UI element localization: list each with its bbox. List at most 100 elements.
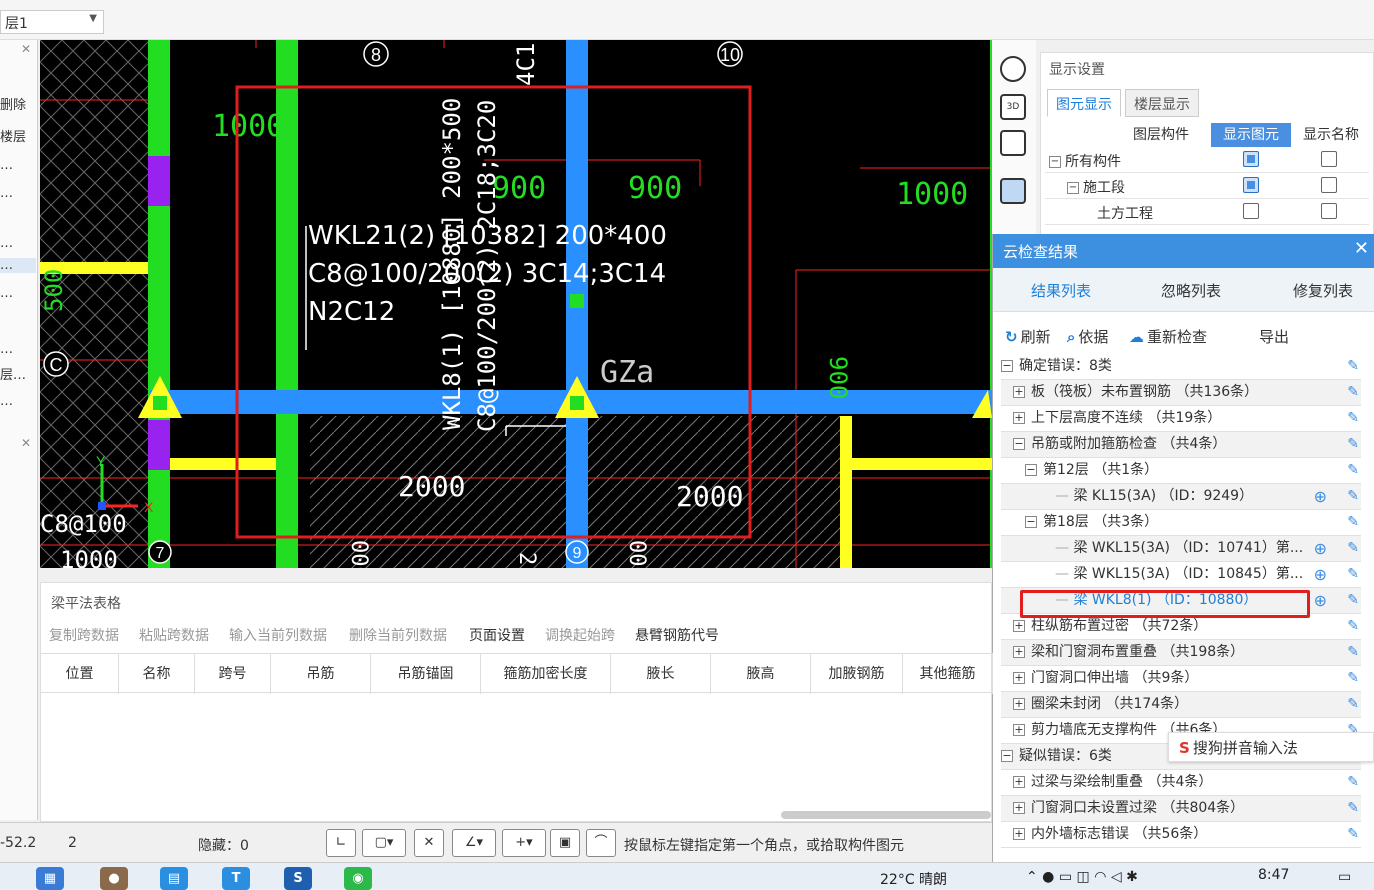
column-header[interactable]: 加腋钢筋 [811, 654, 903, 694]
tab-repair-list[interactable]: 修复列表 [1293, 280, 1353, 301]
expand-icon[interactable]: + [1013, 412, 1025, 424]
tab-floor-display[interactable]: 楼层显示 [1125, 89, 1199, 117]
result-category[interactable]: + 上下层高度不连续 （共19条） ✎ [1001, 406, 1361, 432]
column-header[interactable]: 箍筋加密长度 [481, 654, 611, 694]
cube-view-icon[interactable] [1000, 130, 1026, 156]
left-panel-item[interactable]: … [0, 258, 36, 273]
expand-icon[interactable]: + [1013, 724, 1025, 736]
app-icon[interactable]: S [284, 867, 312, 890]
ortho-icon[interactable]: ∟ [326, 829, 356, 857]
app-icon[interactable]: ▦ [36, 867, 64, 890]
left-panel-item[interactable]: … [0, 236, 36, 251]
left-panel-item[interactable]: … [0, 286, 36, 301]
copy-span-button[interactable]: 复制跨数据 [49, 625, 119, 645]
show-name-checkbox[interactable] [1321, 177, 1337, 193]
column-header[interactable]: 腋长 [611, 654, 711, 694]
collapse-icon[interactable]: − [1049, 156, 1061, 168]
left-panel-item[interactable]: 楼层 [0, 126, 36, 145]
edit-icon[interactable]: ✎ [1347, 770, 1359, 795]
collapse-icon[interactable]: − [1025, 464, 1037, 476]
column-header[interactable]: 跨号 [195, 654, 271, 694]
expand-icon[interactable]: + [1013, 672, 1025, 684]
notification-icon[interactable]: ▭ [1338, 869, 1351, 885]
result-category[interactable]: − 第18层 （共3条） ✎ [1001, 510, 1361, 536]
collapse-icon[interactable]: − [1067, 182, 1079, 194]
locate-icon[interactable]: ⊕ [1314, 484, 1327, 509]
weather-readout[interactable]: 22°C 晴朗 [880, 869, 947, 889]
expand-icon[interactable]: + [1013, 646, 1025, 658]
basis-button[interactable]: ⌕ 依据 [1067, 326, 1108, 347]
result-category[interactable]: + 板（筏板）未布置钢筋 （共136条） ✎ [1001, 380, 1361, 406]
edit-icon[interactable]: ✎ [1347, 380, 1359, 405]
edit-icon[interactable]: ✎ [1347, 510, 1359, 535]
left-panel-item[interactable]: … [0, 186, 36, 201]
locate-icon[interactable]: ⊕ [1314, 562, 1327, 587]
expand-icon[interactable]: + [1013, 828, 1025, 840]
angle-icon[interactable]: ∠▾ [452, 829, 496, 857]
wechat-icon[interactable]: ◉ [344, 867, 372, 890]
edit-icon[interactable]: ✎ [1347, 822, 1359, 847]
refresh-button[interactable]: ↻ 刷新 [1005, 326, 1051, 347]
edit-icon[interactable]: ✎ [1347, 666, 1359, 691]
result-category[interactable]: − 确定错误：8类 ✎ [1001, 354, 1361, 380]
left-panel-item[interactable]: 删除 [0, 94, 36, 113]
expand-icon[interactable]: + [1013, 802, 1025, 814]
column-header[interactable]: 位置 [41, 654, 119, 694]
show-name-checkbox[interactable] [1321, 151, 1337, 167]
collapse-icon[interactable]: − [1001, 360, 1013, 372]
left-panel-item[interactable]: 层… [0, 364, 36, 383]
collapse-icon[interactable]: − [1001, 750, 1013, 762]
edit-icon[interactable]: ✎ [1347, 692, 1359, 717]
expand-icon[interactable]: + [1013, 698, 1025, 710]
display-icon[interactable]: ▣ [550, 829, 580, 857]
edit-icon[interactable]: ✎ [1347, 614, 1359, 639]
expand-icon[interactable]: + [1013, 620, 1025, 632]
edit-icon[interactable]: ✎ [1347, 562, 1359, 587]
show-element-checkbox[interactable] [1243, 203, 1259, 219]
swap-start-span-button[interactable]: 调换起始跨 [545, 625, 615, 645]
result-category[interactable]: + 梁和门窗洞布置重叠 （共198条） ✎ [1001, 640, 1361, 666]
tray-icons[interactable]: ⌃ ● ▭ ◫ ◠ ◁ ✱ [1026, 869, 1138, 885]
column-header[interactable]: 名称 [119, 654, 195, 694]
app-icon[interactable]: ● [100, 867, 128, 890]
select-box-icon[interactable]: ▢▾ [362, 829, 406, 857]
result-category[interactable]: + 圈梁未封闭 （共174条） ✎ [1001, 692, 1361, 718]
cad-drawing-canvas[interactable]: 8 10 C 7 9 1000 900 900 1000 500 900 200… [40, 40, 992, 568]
arc-icon[interactable]: ⌒ [586, 829, 616, 857]
close-icon[interactable]: ✕ [1354, 238, 1369, 259]
edit-icon[interactable]: ✎ [1347, 536, 1359, 561]
show-name-checkbox[interactable] [1321, 203, 1337, 219]
tab-element-display[interactable]: 图元显示 [1047, 89, 1121, 117]
result-category[interactable]: − 第12层 （共1条） ✎ [1001, 458, 1361, 484]
tab-ignore-list[interactable]: 忽略列表 [1161, 280, 1221, 301]
result-category[interactable]: − 吊筋或附加箍筋检查 （共4条） ✎ [1001, 432, 1361, 458]
edit-icon[interactable]: ✎ [1347, 432, 1359, 457]
paste-span-button[interactable]: 粘贴跨数据 [139, 625, 209, 645]
result-category[interactable]: + 内外墙标志错误 （共56条） ✎ [1001, 822, 1361, 848]
column-header[interactable]: 腋高 [711, 654, 811, 694]
show-element-checkbox[interactable] [1243, 151, 1259, 167]
clock[interactable]: 8:47 [1258, 867, 1289, 883]
show-element-checkbox[interactable] [1243, 177, 1259, 193]
app-icon[interactable]: ▤ [160, 867, 188, 890]
close-icon[interactable]: ✕ [21, 436, 31, 450]
app-icon[interactable]: T [222, 867, 250, 890]
collapse-icon[interactable]: − [1013, 438, 1025, 450]
rotate-view-icon[interactable] [1000, 56, 1026, 82]
column-header[interactable]: 吊筋锚固 [371, 654, 481, 694]
edit-icon[interactable]: ✎ [1347, 484, 1359, 509]
floor-select[interactable]: 层1 ▼ [0, 10, 104, 34]
locate-icon[interactable]: ⊕ [1314, 536, 1327, 561]
recheck-button[interactable]: ☁ 重新检查 [1129, 326, 1207, 347]
solid-view-icon[interactable] [1000, 178, 1026, 204]
edit-icon[interactable]: ✎ [1347, 354, 1359, 379]
snap-icon[interactable]: +▾ [502, 829, 546, 857]
cross-select-icon[interactable]: ✕ [414, 829, 444, 857]
result-item[interactable]: — 梁 WKL15(3A) （ID：10845）第... ⊕ ✎ [1001, 562, 1361, 588]
edit-icon[interactable]: ✎ [1347, 458, 1359, 483]
result-category[interactable]: + 门窗洞口未设置过梁 （共804条） ✎ [1001, 796, 1361, 822]
result-category[interactable]: + 门窗洞口伸出墙 （共9条） ✎ [1001, 666, 1361, 692]
edit-icon[interactable]: ✎ [1347, 406, 1359, 431]
page-setup-button[interactable]: 页面设置 [469, 625, 525, 645]
horizontal-scrollbar[interactable] [781, 811, 991, 819]
